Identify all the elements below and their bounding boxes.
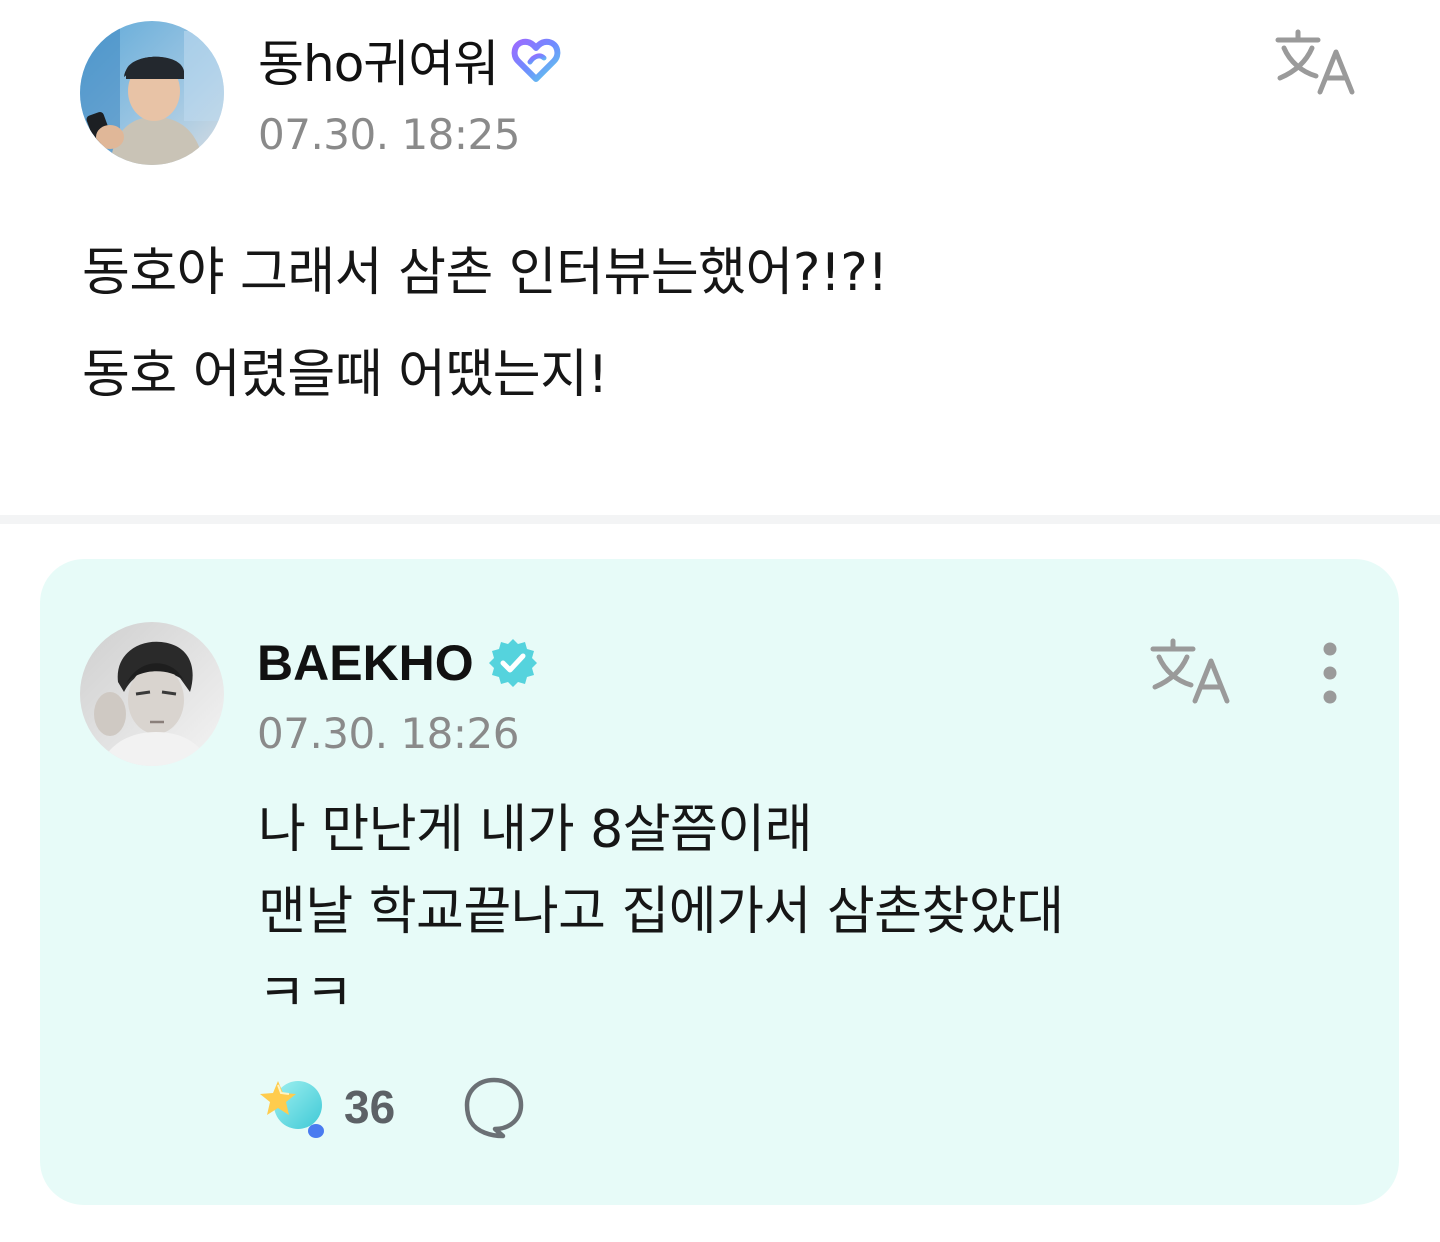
comment-bubble-icon[interactable] — [461, 1074, 527, 1140]
like-count: 36 — [344, 1081, 396, 1133]
like-button[interactable]: 36 — [258, 1071, 395, 1143]
artist-reply-line: 나 만난게 내가 8살쯤이래 — [258, 800, 813, 860]
section-divider — [0, 515, 1440, 524]
fan-name-row: 동ho귀여워 — [258, 28, 564, 93]
artist-reply-card: BAEKHO 07.30. 18:26 나 만난게 내가 8살쯤이래 맨날 학교… — [40, 559, 1399, 1205]
fan-avatar-image — [80, 21, 224, 165]
fan-avatar[interactable] — [80, 21, 224, 165]
translate-icon[interactable] — [1272, 26, 1360, 98]
reply-actions: 36 — [258, 1071, 527, 1143]
verified-artist-icon — [488, 639, 537, 687]
artist-reply-timestamp: 07.30. 18:26 — [257, 709, 519, 758]
star-bubble-like-icon — [260, 1081, 324, 1138]
artist-reply-line: ㅋㅋ — [258, 964, 353, 1024]
artist-reply-line: 맨날 학교끝나고 집에가서 삼촌찾았대 — [258, 882, 1064, 942]
artist-reply-body: 나 만난게 내가 8살쯤이래 맨날 학교끝나고 집에가서 삼촌찾았대 ㅋㅋ — [258, 789, 1064, 1035]
translate-icon[interactable] — [1147, 635, 1235, 707]
fan-post-timestamp: 07.30. 18:25 — [258, 110, 520, 159]
more-vertical-icon[interactable] — [1308, 639, 1352, 707]
fan-post-line: 동호 어렸을때 어땠는지! — [82, 345, 608, 405]
fan-post-body: 동호야 그래서 삼촌 인터뷰는했어?!?! 동호 어렸을때 어땠는지! — [82, 222, 888, 426]
artist-avatar[interactable] — [80, 622, 224, 766]
fan-username[interactable]: 동ho귀여워 — [258, 24, 499, 96]
fan-membership-heart-icon — [511, 38, 561, 82]
fan-post: 동ho귀여워 07.30. 18:25 동호야 그래서 삼촌 인터뷰는했어?!?… — [0, 0, 1440, 515]
fan-post-line: 동호야 그래서 삼촌 인터뷰는했어?!?! — [82, 243, 888, 303]
artist-name-row: BAEKHO — [257, 631, 540, 695]
artist-username[interactable]: BAEKHO — [257, 634, 474, 692]
artist-avatar-image — [80, 622, 224, 766]
